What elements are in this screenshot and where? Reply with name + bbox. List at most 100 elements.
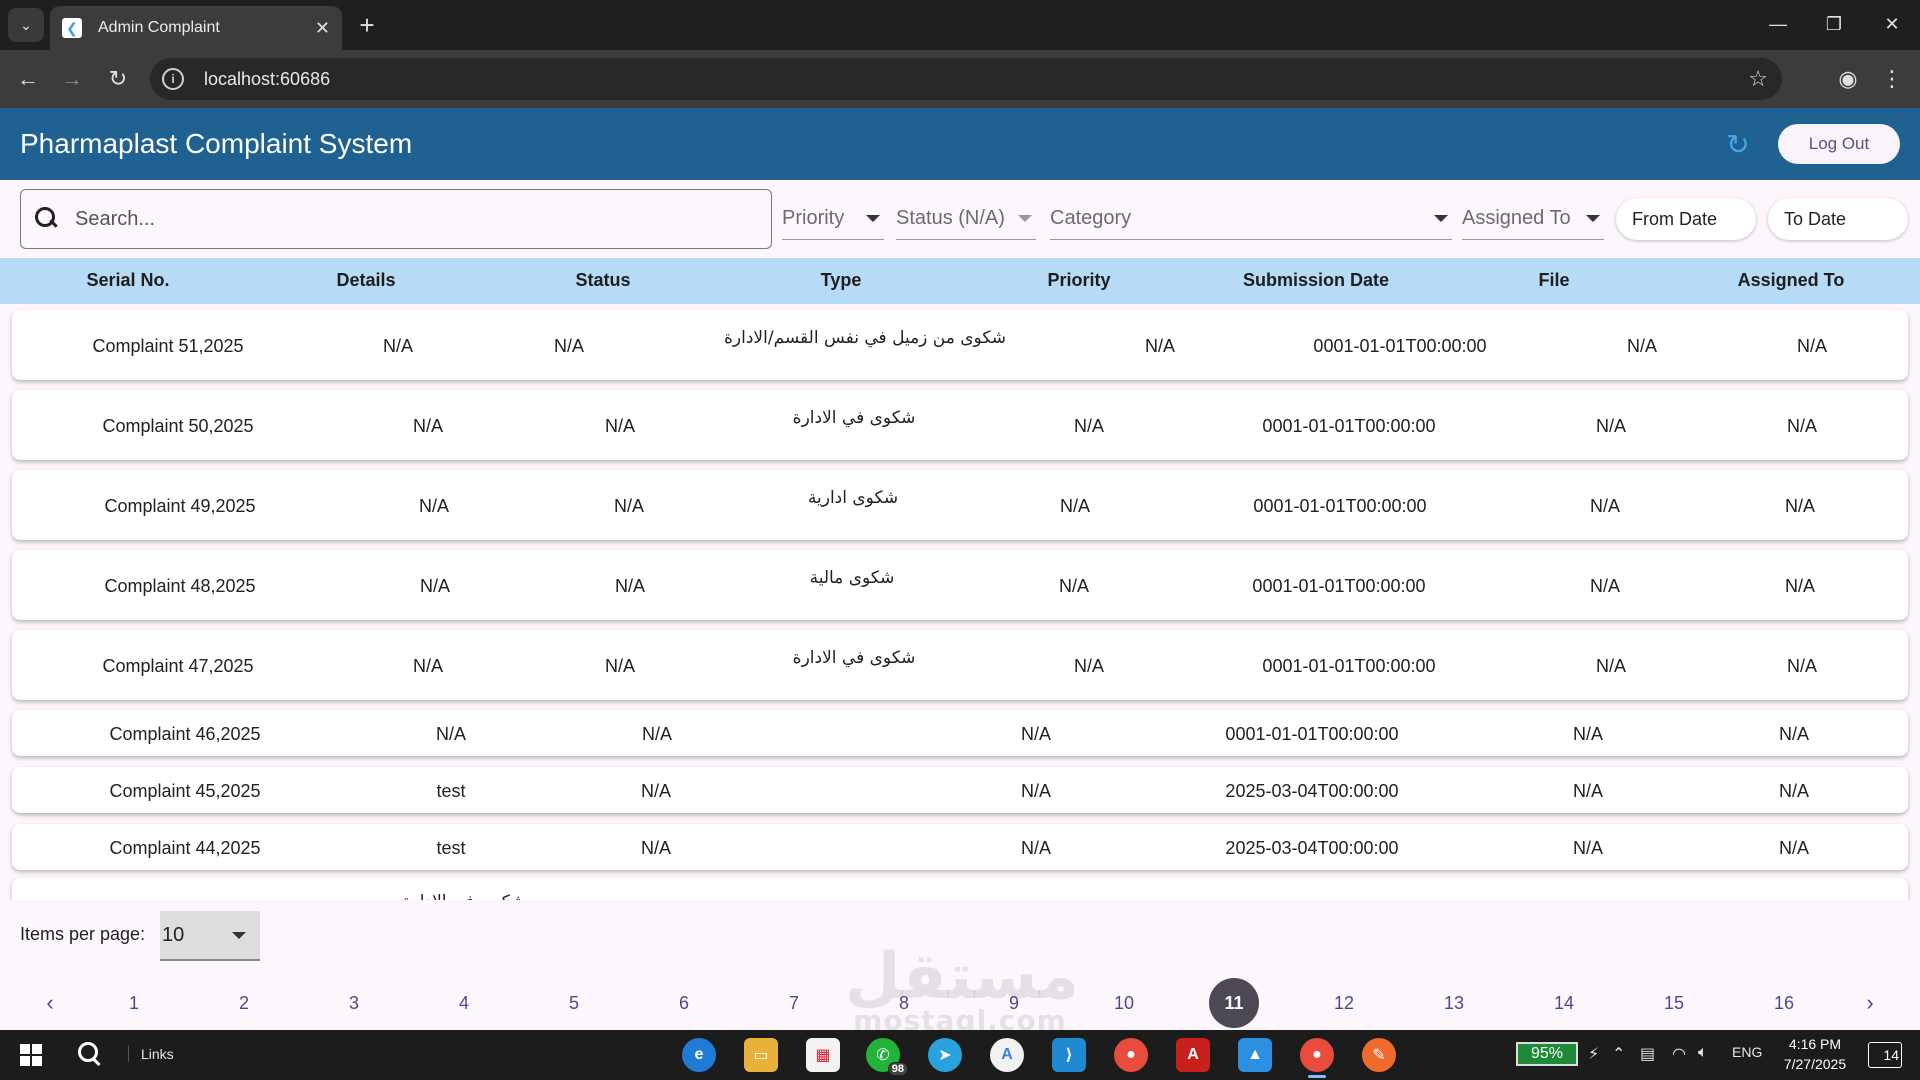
edge-icon[interactable]: e: [682, 1038, 716, 1072]
page-16[interactable]: 16: [1759, 978, 1809, 1028]
table-row[interactable]: Complaint 45,2025 test N/A N/A 2025-03-0…: [12, 767, 1908, 813]
wifi-icon[interactable]: ◠: [1672, 1044, 1686, 1064]
forward-icon[interactable]: →: [56, 63, 88, 95]
cell-file[interactable]: N/A: [1596, 656, 1626, 677]
address-url[interactable]: localhost:60686: [204, 69, 330, 90]
status-dropdown[interactable]: Status (N/A): [896, 198, 1036, 240]
page-11-current[interactable]: 11: [1209, 978, 1259, 1028]
taskbar-links-toolbar[interactable]: Links: [128, 1046, 174, 1062]
network-icon[interactable]: ▤: [1640, 1044, 1655, 1064]
battery-indicator[interactable]: 95%: [1516, 1042, 1578, 1066]
page-4[interactable]: 4: [439, 978, 489, 1028]
category-dropdown-label: Category: [1050, 207, 1132, 229]
table-row[interactable]: شكوى في الادارة: [12, 878, 1908, 900]
taskbar-clock[interactable]: 4:16 PM 7/27/2025: [1770, 1034, 1860, 1074]
chrome-active-icon[interactable]: ●: [1300, 1038, 1334, 1078]
cell-file[interactable]: N/A: [1573, 838, 1603, 859]
table-row[interactable]: Complaint 46,2025 N/A N/A N/A 0001-01-01…: [12, 710, 1908, 756]
telegram-icon[interactable]: ➤: [928, 1038, 962, 1072]
windows-start-icon[interactable]: [20, 1044, 42, 1066]
vscode-icon[interactable]: ⟩: [1052, 1038, 1086, 1072]
acrobat-icon[interactable]: A: [1176, 1038, 1210, 1072]
table-row[interactable]: Complaint 47,2025 N/A N/A شكوى في الادار…: [12, 630, 1908, 700]
table-row[interactable]: Complaint 44,2025 test N/A N/A 2025-03-0…: [12, 824, 1908, 870]
column-header-assigned-to[interactable]: Assigned To: [1738, 270, 1845, 291]
tray-overflow-chevron-up-icon[interactable]: ⌃: [1612, 1044, 1625, 1064]
table-row[interactable]: Complaint 50,2025 N/A N/A شكوى في الادار…: [12, 390, 1908, 460]
refresh-icon[interactable]: ↻: [1722, 128, 1754, 160]
new-tab-icon[interactable]: +: [352, 10, 382, 40]
search-box[interactable]: [20, 189, 772, 249]
page-13[interactable]: 13: [1429, 978, 1479, 1028]
chrome-icon[interactable]: ●: [1114, 1038, 1148, 1072]
from-date-button[interactable]: From Date: [1616, 198, 1756, 240]
table-row[interactable]: Complaint 51,2025 N/A N/A شكوى من زميل ف…: [12, 310, 1908, 380]
restore-icon[interactable]: ❐: [1814, 8, 1854, 40]
postman-icon[interactable]: ✎: [1362, 1038, 1396, 1072]
page-3[interactable]: 3: [329, 978, 379, 1028]
next-page-chevron-right-icon[interactable]: ›: [1845, 978, 1895, 1028]
cell-status: N/A: [613, 496, 645, 516]
column-header-type[interactable]: Type: [821, 270, 862, 291]
cell-status: N/A: [604, 416, 636, 436]
table-row[interactable]: Complaint 48,2025 N/A N/A شكوى مالية N/A…: [12, 550, 1908, 620]
photos-icon[interactable]: ▲: [1238, 1038, 1272, 1072]
category-dropdown[interactable]: Category: [1050, 198, 1452, 240]
cell-file[interactable]: N/A: [1573, 724, 1603, 745]
cell-file[interactable]: N/A: [1627, 336, 1657, 357]
page-8[interactable]: 8: [879, 978, 929, 1028]
back-icon[interactable]: ←: [12, 63, 44, 95]
page-6[interactable]: 6: [659, 978, 709, 1028]
column-header-status[interactable]: Status: [575, 270, 630, 291]
cell-details: N/A: [382, 336, 414, 356]
priority-dropdown[interactable]: Priority: [782, 198, 884, 240]
page-2[interactable]: 2: [219, 978, 269, 1028]
cell-file[interactable]: N/A: [1573, 781, 1603, 802]
browser-menu-icon[interactable]: ⋮: [1876, 63, 1908, 95]
tab-close-icon[interactable]: ✕: [315, 18, 330, 39]
search-input[interactable]: [75, 207, 735, 231]
column-header-serial[interactable]: Serial No.: [86, 270, 169, 291]
language-indicator[interactable]: ENG: [1732, 1044, 1762, 1060]
volume-icon[interactable]: 🔈︎: [1698, 1044, 1708, 1062]
app-store-icon[interactable]: A: [990, 1038, 1024, 1072]
file-explorer-icon[interactable]: ▭: [744, 1038, 778, 1072]
whatsapp-icon[interactable]: ✆ 98: [866, 1038, 908, 1076]
logout-button[interactable]: Log Out: [1778, 124, 1900, 164]
microsoft-store-icon[interactable]: ▦: [806, 1038, 840, 1072]
site-info-icon[interactable]: i: [162, 68, 184, 90]
minimize-icon[interactable]: —: [1758, 8, 1798, 40]
cell-file[interactable]: N/A: [1596, 416, 1626, 437]
column-header-priority[interactable]: Priority: [1047, 270, 1110, 291]
assigned-to-dropdown[interactable]: Assigned To: [1462, 198, 1604, 240]
page-1[interactable]: 1: [109, 978, 159, 1028]
reload-icon[interactable]: ↻: [102, 63, 134, 95]
cell-serial: Complaint 50,2025: [102, 416, 254, 436]
page-10[interactable]: 10: [1099, 978, 1149, 1028]
page-9[interactable]: 9: [989, 978, 1039, 1028]
prev-page-chevron-left-icon[interactable]: ‹: [25, 978, 75, 1028]
column-header-file[interactable]: File: [1538, 270, 1569, 291]
notification-center-icon[interactable]: 14: [1868, 1042, 1902, 1068]
cell-file[interactable]: N/A: [1590, 576, 1620, 597]
table-row[interactable]: Complaint 49,2025 N/A N/A شكوى ادارية N/…: [12, 470, 1908, 540]
taskbar-search-icon[interactable]: [74, 1040, 104, 1070]
address-bar[interactable]: i localhost:60686 ☆: [150, 58, 1782, 100]
column-header-submission-date[interactable]: Submission Date: [1243, 270, 1389, 291]
column-header-details[interactable]: Details: [336, 270, 395, 291]
profile-icon[interactable]: ◉: [1832, 63, 1864, 95]
page-15[interactable]: 15: [1649, 978, 1699, 1028]
bookmark-star-icon[interactable]: ☆: [1748, 66, 1768, 92]
items-per-page-select[interactable]: 10: [160, 911, 260, 961]
tab-search-dropdown-icon[interactable]: ⌄: [8, 8, 44, 42]
to-date-button[interactable]: To Date: [1768, 198, 1908, 240]
cell-type: شكوى في الادارة: [792, 408, 916, 428]
page-5[interactable]: 5: [549, 978, 599, 1028]
cell-file[interactable]: N/A: [1590, 496, 1620, 517]
page-12[interactable]: 12: [1319, 978, 1369, 1028]
page-14[interactable]: 14: [1539, 978, 1589, 1028]
page-7[interactable]: 7: [769, 978, 819, 1028]
browser-tab[interactable]: ❮ Admin Complaint ✕: [50, 6, 342, 50]
close-window-icon[interactable]: ✕: [1872, 8, 1912, 40]
chevron-down-icon: [1586, 215, 1600, 222]
